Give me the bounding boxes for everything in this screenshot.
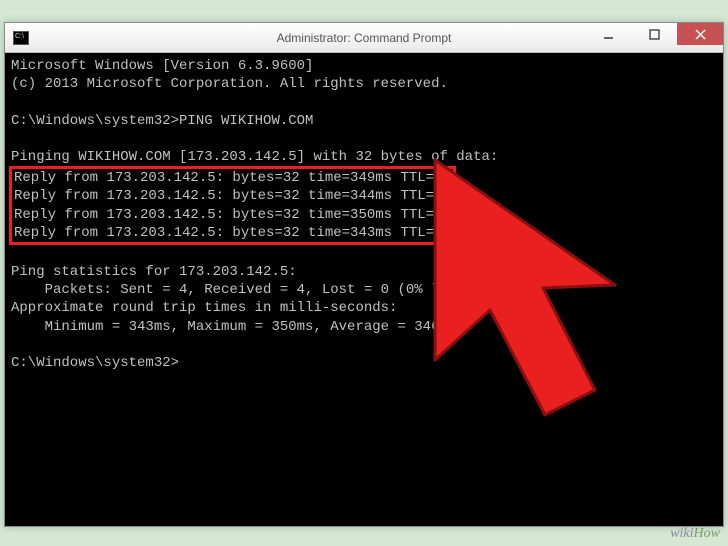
watermark-how: How — [694, 526, 720, 541]
cmd-icon — [13, 31, 29, 45]
pinging-line: Pinging WIKIHOW.COM [173.203.142.5] with… — [11, 149, 498, 165]
reply-highlight-box: Reply from 173.203.142.5: bytes=32 time=… — [9, 166, 456, 245]
watermark-wiki: wiki — [670, 526, 693, 541]
terminal-output[interactable]: Microsoft Windows [Version 6.3.9600] (c)… — [5, 53, 723, 526]
reply-line: Reply from 173.203.142.5: bytes=32 time=… — [14, 224, 451, 242]
window-title: Administrator: Command Prompt — [277, 31, 452, 45]
minimize-button[interactable] — [585, 23, 631, 45]
prompt-ping-command: C:\Windows\system32>PING WIKIHOW.COM — [11, 113, 313, 129]
stats-rtt-values: Minimum = 343ms, Maximum = 350ms, Averag… — [11, 319, 456, 335]
watermark: wikiHow — [670, 526, 720, 542]
stats-packets: Packets: Sent = 4, Received = 4, Lost = … — [11, 282, 481, 298]
copyright-line: (c) 2013 Microsoft Corporation. All righ… — [11, 76, 448, 92]
window-controls — [585, 23, 723, 52]
titlebar[interactable]: Administrator: Command Prompt — [5, 23, 723, 53]
version-line: Microsoft Windows [Version 6.3.9600] — [11, 58, 313, 74]
maximize-button[interactable] — [631, 23, 677, 45]
prompt-idle: C:\Windows\system32> — [11, 355, 179, 371]
stats-header: Ping statistics for 173.203.142.5: — [11, 264, 297, 280]
reply-line: Reply from 173.203.142.5: bytes=32 time=… — [14, 169, 451, 187]
close-button[interactable] — [677, 23, 723, 45]
reply-line: Reply from 173.203.142.5: bytes=32 time=… — [14, 206, 451, 224]
stats-rtt-header: Approximate round trip times in milli-se… — [11, 300, 397, 316]
reply-line: Reply from 173.203.142.5: bytes=32 time=… — [14, 187, 451, 205]
command-prompt-window: Administrator: Command Prompt Microsoft … — [4, 22, 724, 527]
